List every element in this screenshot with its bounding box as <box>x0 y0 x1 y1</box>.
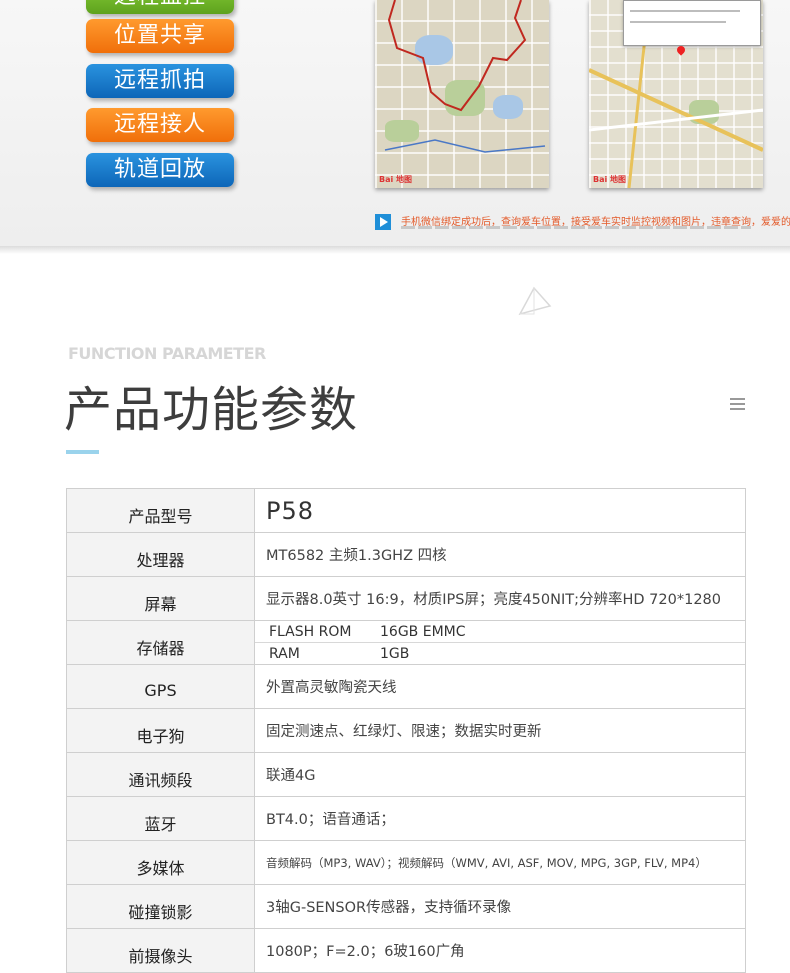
storage-subrow: FLASH ROM 16GB EMMC <box>255 621 745 642</box>
param-value: FLASH ROM 16GB EMMC RAM 1GB <box>255 621 746 664</box>
param-value: 1080P；F=2.0；6玻160广角 <box>255 929 746 972</box>
table-row: 多媒体 音频解码（MP3, WAV）；视频解码（WMV, AVI, ASF, M… <box>67 841 746 885</box>
table-row: 碰撞锁影 3轴G-SENSOR传感器，支持循环录像 <box>67 885 746 929</box>
storage-sub-key: FLASH ROM <box>269 623 352 640</box>
storage-sub-key: RAM <box>269 645 300 662</box>
location-map-image: Bai 地图 <box>589 0 763 188</box>
table-row: 处理器 MT6582 主频1.3GHZ 四核 <box>67 533 746 577</box>
menu-icon[interactable] <box>730 398 745 413</box>
param-key: 通讯频段 <box>67 753 255 796</box>
param-key: 处理器 <box>67 533 255 576</box>
play-icon[interactable] <box>375 214 391 230</box>
param-value: 音频解码（MP3, WAV）；视频解码（WMV, AVI, ASF, MOV, … <box>255 841 746 884</box>
param-key: 产品型号 <box>67 489 255 532</box>
table-row: 存储器 FLASH ROM 16GB EMMC RAM 1GB <box>67 621 746 665</box>
param-value: 联通4G <box>255 753 746 796</box>
table-row: 产品型号 P58 <box>67 489 746 533</box>
section-title-en: FUNCTION PARAMETER <box>68 344 266 363</box>
map-logo: Bai 地图 <box>379 175 413 184</box>
param-value: 外置高灵敏陶瓷天线 <box>255 665 746 708</box>
remote-monitor-button[interactable]: 远程监控 <box>86 0 234 14</box>
route-line <box>384 0 546 153</box>
location-popup <box>623 0 761 46</box>
paper-plane-icon <box>518 286 552 316</box>
param-key: 蓝牙 <box>67 797 255 840</box>
param-key: 电子狗 <box>67 709 255 752</box>
table-row: 屏幕 显示器8.0英寸 16:9，材质IPS屏；亮度450NIT;分辨率HD 7… <box>67 577 746 621</box>
param-key: 多媒体 <box>67 841 255 884</box>
param-value: 显示器8.0英寸 16:9，材质IPS屏；亮度450NIT;分辨率HD 720*… <box>255 577 746 620</box>
param-key: 屏幕 <box>67 577 255 620</box>
route-map-image: Bai 地图 <box>375 0 549 188</box>
location-share-button[interactable]: 位置共享 <box>86 19 234 53</box>
table-row: 前摄像头 1080P；F=2.0；6玻160广角 <box>67 929 746 973</box>
table-row: 蓝牙 BT4.0；语音通话； <box>67 797 746 841</box>
parameter-table: 产品型号 P58 处理器 MT6582 主频1.3GHZ 四核 屏幕 显示器8.… <box>66 488 746 973</box>
track-playback-button[interactable]: 轨道回放 <box>86 153 234 187</box>
param-key: 存储器 <box>67 621 255 664</box>
remote-pickup-button[interactable]: 远程接人 <box>86 108 234 142</box>
table-row: GPS 外置高灵敏陶瓷天线 <box>67 665 746 709</box>
banner-shadow <box>0 246 790 254</box>
param-value: 3轴G-SENSOR传感器，支持循环录像 <box>255 885 746 928</box>
storage-subrow: RAM 1GB <box>255 642 745 664</box>
section-title-cn: 产品功能参数 <box>64 382 359 438</box>
storage-sub-value: 16GB EMMC <box>380 623 466 640</box>
param-value: P58 <box>255 489 746 532</box>
param-key: 前摄像头 <box>67 929 255 972</box>
storage-sub-value: 1GB <box>380 645 410 662</box>
caption-subtext <box>401 226 751 229</box>
param-value: BT4.0；语音通话； <box>255 797 746 840</box>
map-logo-2: Bai 地图 <box>593 175 627 184</box>
param-value: 固定测速点、红绿灯、限速；数据实时更新 <box>255 709 746 752</box>
table-row: 电子狗 固定测速点、红绿灯、限速；数据实时更新 <box>67 709 746 753</box>
title-accent-line <box>66 450 99 454</box>
param-key: 碰撞锁影 <box>67 885 255 928</box>
remote-capture-button[interactable]: 远程抓拍 <box>86 64 234 98</box>
table-row: 通讯频段 联通4G <box>67 753 746 797</box>
param-key: GPS <box>67 665 255 708</box>
param-value: MT6582 主频1.3GHZ 四核 <box>255 533 746 576</box>
